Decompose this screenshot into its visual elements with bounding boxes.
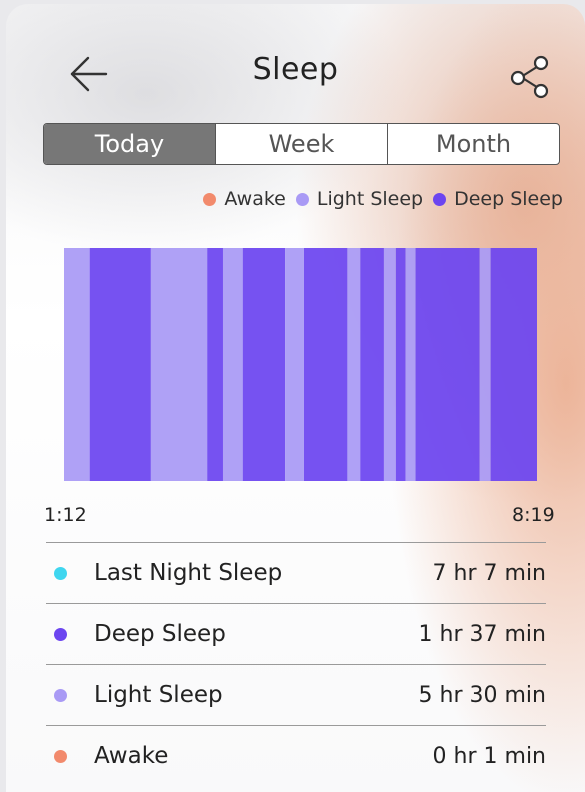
deep-sleep-dot bbox=[54, 627, 67, 641]
sleep-segment-light-sleep bbox=[285, 248, 304, 481]
share-button[interactable] bbox=[506, 54, 552, 100]
stat-label: Light Sleep bbox=[94, 682, 223, 708]
awake-dot bbox=[54, 749, 67, 763]
stat-value: 5 hr 30 min bbox=[418, 682, 546, 708]
legend-light-sleep-dot bbox=[295, 192, 309, 206]
stat-row-light-sleep[interactable]: Light Sleep 5 hr 30 min bbox=[46, 664, 546, 725]
legend-awake-label: Awake bbox=[224, 188, 286, 210]
tab-week[interactable]: Week bbox=[216, 124, 388, 164]
start-time-label: 1:12 bbox=[44, 504, 87, 526]
sleep-segment-light-sleep bbox=[222, 248, 243, 481]
sleep-screen: Sleep Today Week Month Awake Light Sleep bbox=[6, 4, 585, 792]
stat-row-awake[interactable]: Awake 0 hr 1 min bbox=[46, 725, 546, 786]
stat-label: Deep Sleep bbox=[94, 621, 226, 647]
sleep-segment-deep-sleep bbox=[415, 248, 480, 481]
stat-value: 1 hr 37 min bbox=[418, 621, 546, 647]
sleep-segment-deep-sleep bbox=[360, 248, 384, 481]
sleep-segment-light-sleep bbox=[479, 248, 491, 481]
legend-awake: Awake bbox=[203, 188, 286, 210]
last-night-dot bbox=[54, 566, 67, 580]
sleep-segment-deep-sleep bbox=[490, 248, 537, 481]
sleep-segment-light-sleep bbox=[150, 248, 208, 481]
sleep-segment-light-sleep bbox=[347, 248, 361, 481]
stat-value: 7 hr 7 min bbox=[432, 560, 546, 586]
stat-label: Awake bbox=[94, 743, 169, 769]
end-time-label: 8:19 bbox=[512, 504, 555, 526]
stat-label: Last Night Sleep bbox=[94, 560, 283, 586]
sleep-segment-light-sleep bbox=[64, 248, 90, 481]
legend-light-sleep-label: Light Sleep bbox=[316, 188, 424, 210]
sleep-segment-deep-sleep bbox=[242, 248, 286, 481]
sleep-stats-list: Last Night Sleep 7 hr 7 min Deep Sleep 1… bbox=[46, 542, 546, 786]
tab-month[interactable]: Month bbox=[388, 124, 559, 164]
sleep-chart: 1:12 8:19 bbox=[6, 234, 585, 526]
stat-value: 0 hr 1 min bbox=[432, 743, 546, 769]
sleep-segment-deep-sleep bbox=[303, 248, 348, 481]
light-sleep-dot bbox=[54, 688, 67, 702]
sleep-segment-light-sleep bbox=[405, 248, 416, 481]
period-segmented-control: Today Week Month bbox=[43, 123, 560, 165]
legend-light-sleep: Light Sleep bbox=[295, 188, 424, 210]
legend-deep-sleep-label: Deep Sleep bbox=[454, 188, 563, 210]
sleep-segment-deep-sleep bbox=[89, 248, 151, 481]
legend-deep-sleep-dot bbox=[433, 192, 447, 206]
sleep-segment-deep-sleep bbox=[207, 248, 223, 481]
legend-deep-sleep: Deep Sleep bbox=[433, 188, 563, 210]
stat-row-deep-sleep[interactable]: Deep Sleep 1 hr 37 min bbox=[46, 603, 546, 664]
page-title: Sleep bbox=[252, 52, 339, 87]
chart-legend: Awake Light Sleep Deep Sleep bbox=[193, 188, 563, 210]
header: Sleep bbox=[6, 4, 585, 134]
sleep-timeline-svg bbox=[64, 248, 537, 481]
sleep-segment-light-sleep bbox=[383, 248, 396, 481]
share-icon bbox=[510, 55, 549, 99]
sleep-segment-deep-sleep bbox=[395, 248, 406, 481]
legend-awake-dot bbox=[203, 192, 217, 206]
stat-row-last-night[interactable]: Last Night Sleep 7 hr 7 min bbox=[46, 542, 546, 603]
tab-today[interactable]: Today bbox=[44, 124, 216, 164]
